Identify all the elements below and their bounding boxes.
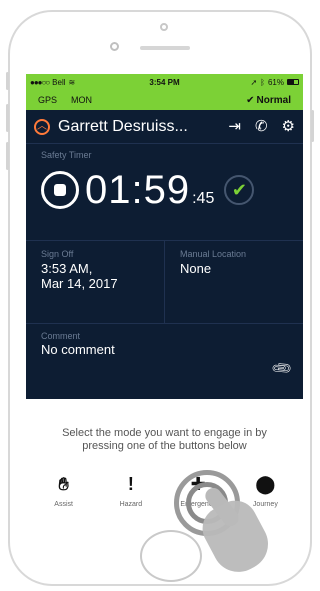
manual-location-value: None — [180, 261, 212, 276]
assist-button[interactable]: ✋︎ Assist — [37, 471, 91, 509]
user-header: ︿ Garrett Desruiss... ⇥ ✆ ⚙ — [26, 110, 303, 143]
hand-icon: ✋︎ — [58, 473, 69, 494]
logout-icon[interactable]: ⇥ — [228, 119, 241, 134]
phone-screen: ●●●○○ Bell ≋ 3:54 PM ➚ ᛒ 61% GPS MON ✔ N… — [26, 74, 303, 530]
clock: 3:54 PM — [149, 77, 180, 87]
location-pin-icon: ⬤ — [255, 473, 276, 494]
sign-off-cell[interactable]: Sign Off 3:53 AM, Mar 14, 2017 — [26, 241, 164, 323]
mode-instructions: Select the mode you want to engage in by… — [62, 427, 267, 452]
user-name[interactable]: Garrett Desruiss... — [58, 118, 188, 136]
manual-location-label: Manual Location — [180, 249, 247, 259]
safety-timer-panel: Safety Timer 01:59 :45 ✔ — [26, 143, 303, 240]
battery-icon — [287, 79, 299, 85]
manual-location-cell[interactable]: Manual Location None — [164, 241, 303, 323]
sign-off-label: Sign Off — [41, 249, 74, 259]
checkmark-icon: ✔ — [246, 94, 255, 106]
assist-label: Assist — [54, 501, 73, 508]
hazard-label: Hazard — [119, 501, 143, 508]
volume-down-button — [6, 142, 9, 170]
mode-status: ✔ Normal — [246, 95, 291, 106]
comment-panel[interactable]: Comment No comment 📎︎ — [26, 323, 303, 399]
volume-up-button — [6, 104, 9, 132]
exclamation-icon: ! — [127, 473, 134, 494]
paperclip-icon[interactable]: 📎︎ — [270, 356, 295, 380]
rear-camera — [160, 23, 168, 31]
safety-timer-label: Safety Timer — [41, 150, 92, 160]
timer-value: 01:59 — [85, 168, 191, 212]
side-button — [6, 72, 9, 90]
comment-label: Comment — [41, 331, 81, 341]
mode-label: Normal — [256, 94, 291, 106]
timer-seconds: :45 — [192, 190, 215, 207]
checkmark-icon: ✔ — [231, 179, 247, 200]
call-icon[interactable]: ✆ — [255, 119, 268, 134]
stop-timer-button[interactable] — [41, 171, 79, 209]
ios-status-bar: ●●●○○ Bell ≋ 3:54 PM ➚ ᛒ 61% — [26, 74, 303, 90]
speaker-grille — [140, 46, 190, 50]
monitoring-status-bar: GPS MON ✔ Normal — [26, 90, 303, 110]
power-button — [311, 110, 314, 142]
chevron-up-icon[interactable]: ︿ — [34, 118, 50, 135]
hazard-button[interactable]: ! Hazard — [104, 471, 158, 509]
home-button[interactable] — [140, 530, 202, 582]
mon-label: MON — [71, 95, 93, 105]
front-camera — [110, 42, 119, 51]
sign-off-value: 3:53 AM, Mar 14, 2017 — [41, 261, 118, 291]
gear-icon[interactable]: ⚙ — [282, 119, 295, 134]
check-in-button[interactable]: ✔ — [224, 175, 255, 205]
journey-label: Journey — [252, 501, 278, 508]
journey-button[interactable]: ⬤ Journey — [238, 471, 292, 509]
signoff-location-row: Sign Off 3:53 AM, Mar 14, 2017 Manual Lo… — [26, 240, 303, 323]
mode-buttons: ✋︎ Assist ! Hazard ✚ Emergency ⬤ Journey — [26, 471, 303, 509]
comment-value: No comment — [41, 342, 115, 357]
gps-label: GPS — [38, 95, 58, 105]
stop-icon — [54, 184, 66, 196]
